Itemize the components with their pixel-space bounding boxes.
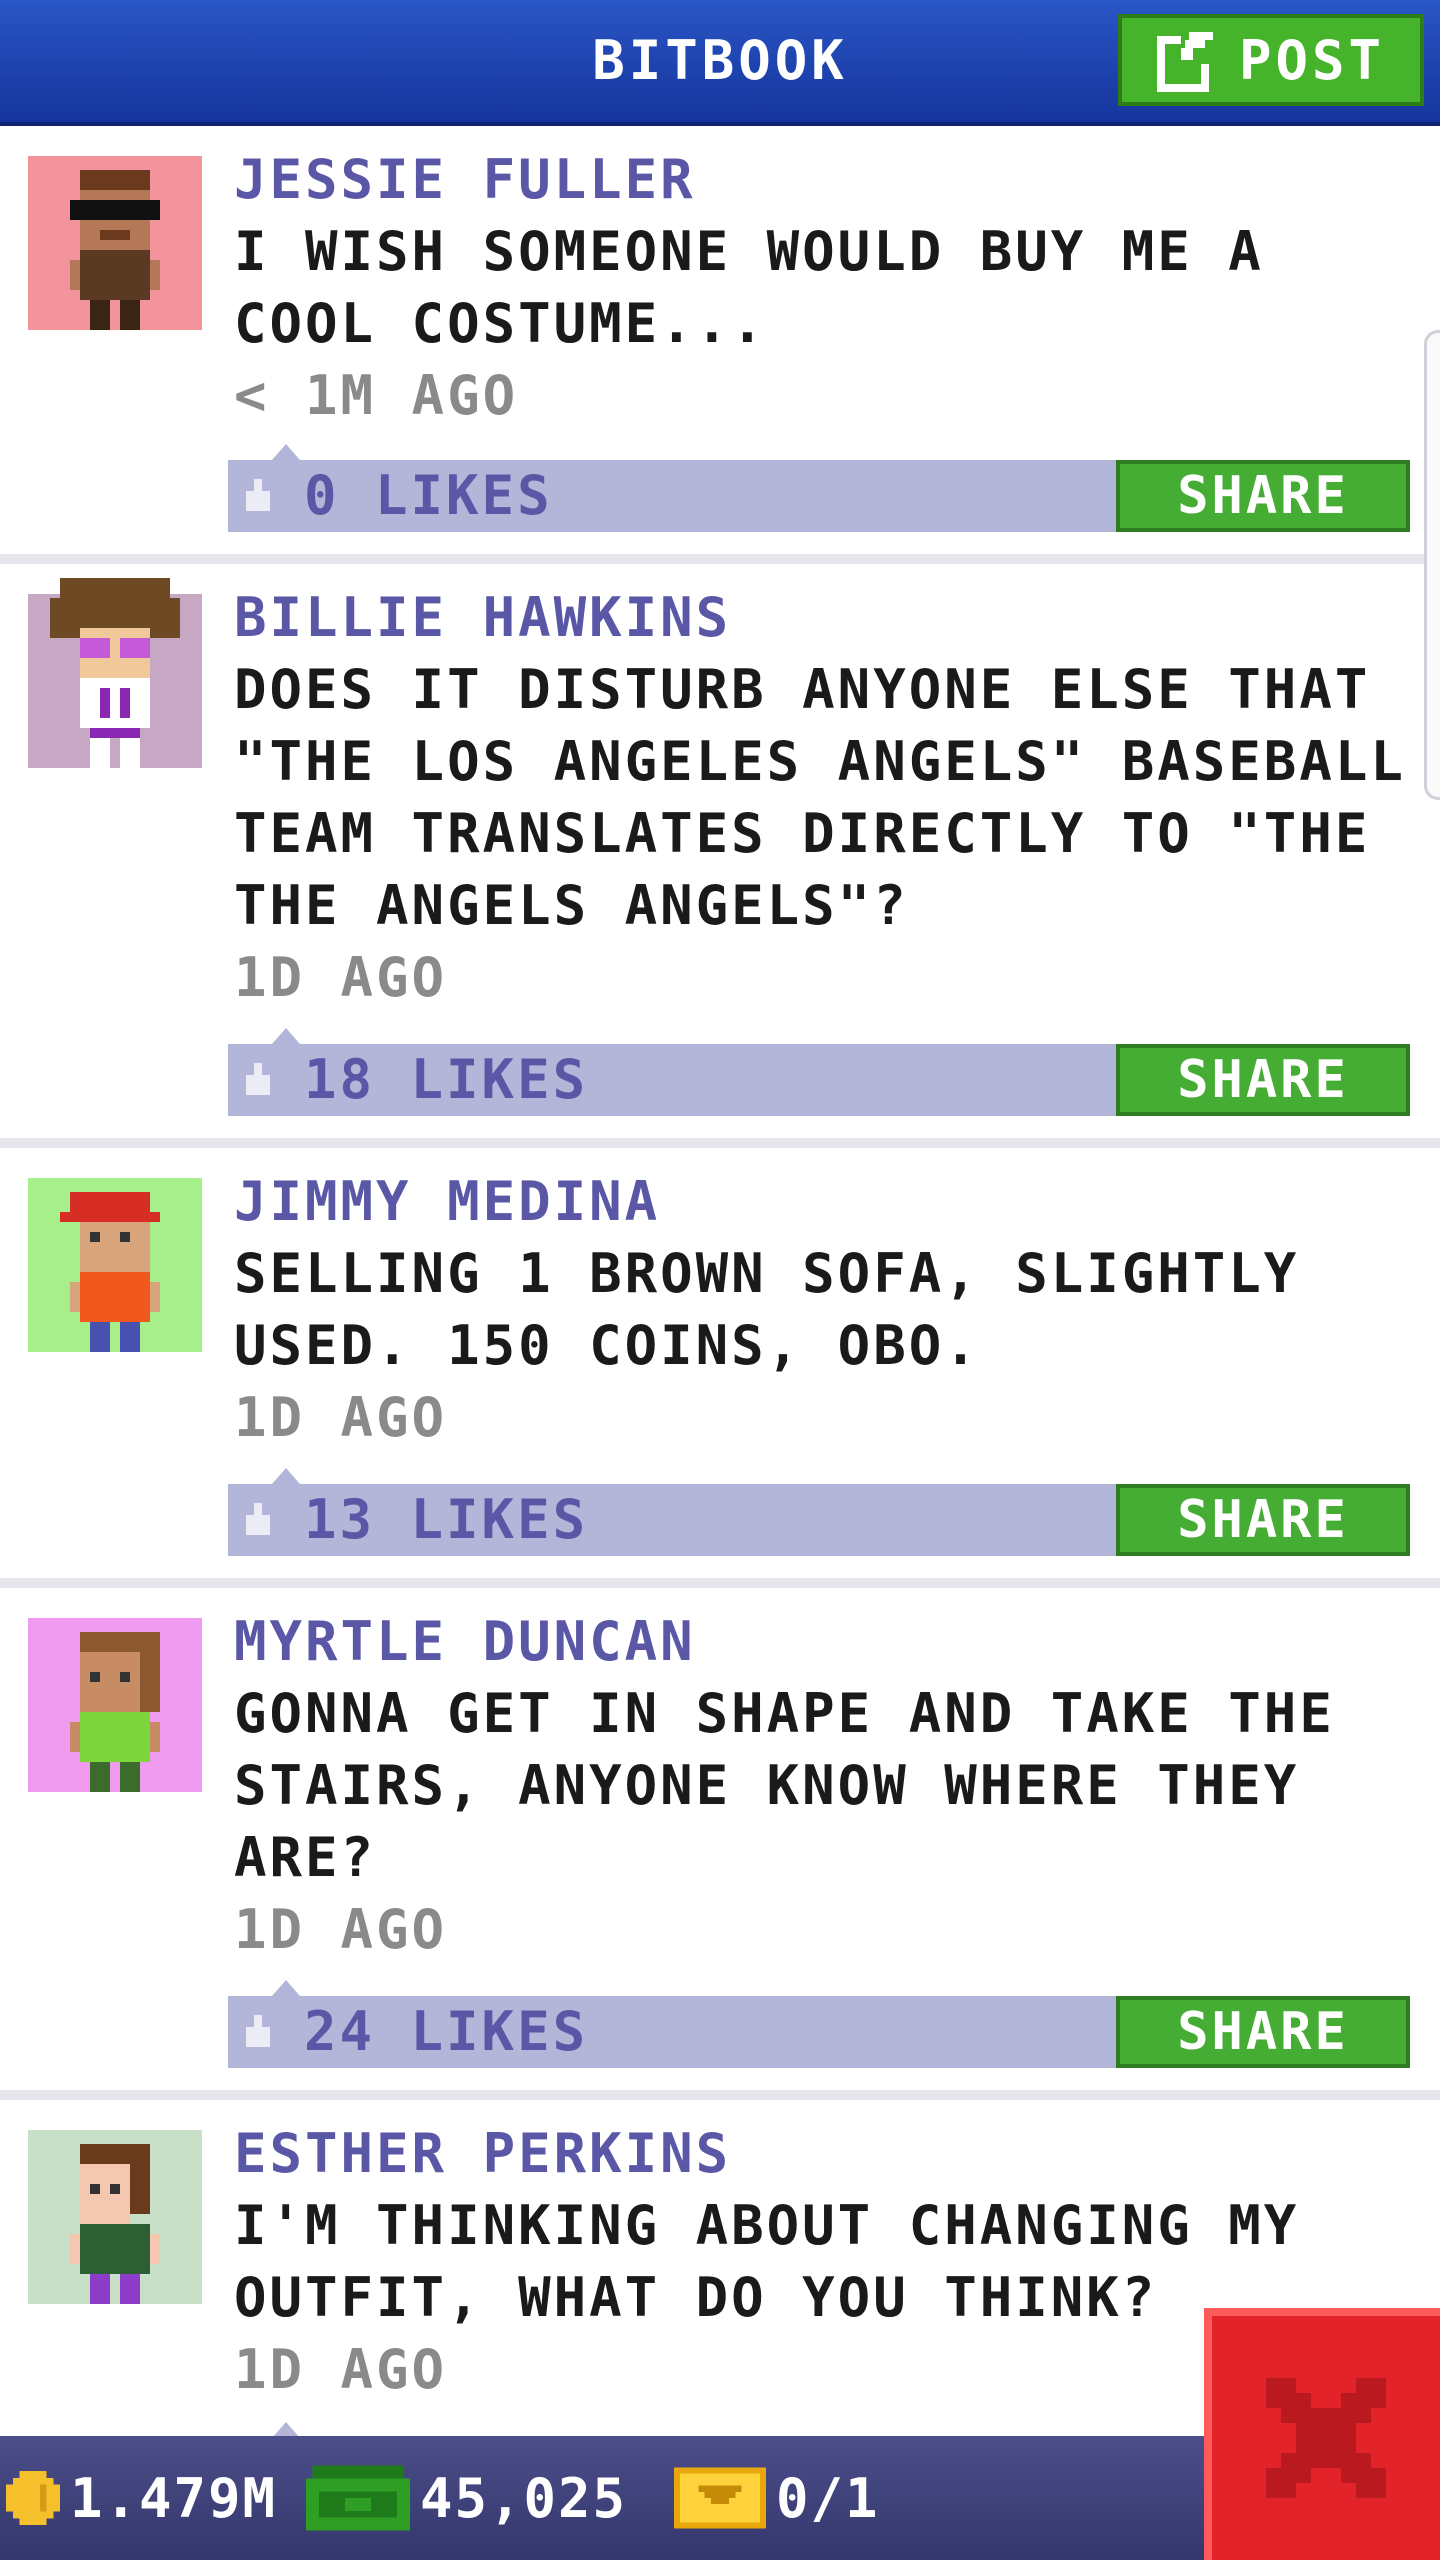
- close-button[interactable]: [1204, 2308, 1440, 2560]
- post-feed[interactable]: JESSIE FULLER I WISH SOMEONE WOULD BUY M…: [0, 126, 1440, 2436]
- thumbs-up-icon[interactable]: [242, 1502, 274, 1536]
- post-text: GONNA GET IN SHAPE AND TAKE THE STAIRS, …: [234, 1682, 1335, 1889]
- bux-value: 45,025: [420, 2466, 628, 2530]
- bux-icon: [306, 2465, 410, 2531]
- avatar[interactable]: [28, 578, 202, 768]
- like-bar: 0 LIKES SHARE: [228, 444, 1410, 532]
- like-bar: 18 LIKES SHARE: [228, 1028, 1410, 1116]
- character-sprite: [70, 2144, 160, 2304]
- post-time: 1D AGO: [234, 1898, 448, 1961]
- post-author[interactable]: ESTHER PERKINS: [234, 2118, 731, 2190]
- post-button-label: POST: [1238, 28, 1386, 92]
- share-button[interactable]: SHARE: [1116, 1484, 1410, 1556]
- ticket-icon: [674, 2467, 766, 2529]
- thumbs-up-icon[interactable]: [242, 2014, 274, 2048]
- share-button[interactable]: SHARE: [1116, 460, 1410, 532]
- character-sprite: [70, 170, 160, 330]
- tickets-stat: 0/1: [674, 2436, 880, 2560]
- post-time: 1D AGO: [234, 2338, 448, 2401]
- post-time: 1D AGO: [234, 946, 448, 1009]
- like-count: 24 LIKES: [304, 2000, 589, 2063]
- post-author[interactable]: JIMMY MEDINA: [234, 1166, 660, 1238]
- like-count: 18 LIKES: [304, 1048, 589, 1111]
- post-author[interactable]: BILLIE HAWKINS: [234, 582, 731, 654]
- post-text: I WISH SOMEONE WOULD BUY ME A COOL COSTU…: [234, 220, 1264, 355]
- post-text: DOES IT DISTURB ANYONE ELSE THAT "THE LO…: [234, 658, 1406, 937]
- like-bar: 13 LIKES SHARE: [228, 1468, 1410, 1556]
- feed-post: MYRTLE DUNCAN GONNA GET IN SHAPE AND TAK…: [0, 1588, 1440, 2100]
- coin-icon: [6, 2471, 60, 2525]
- post-time: < 1M AGO: [234, 364, 519, 427]
- share-button[interactable]: SHARE: [1116, 1044, 1410, 1116]
- tickets-value: 0/1: [776, 2466, 880, 2530]
- thumbs-up-icon[interactable]: [242, 1062, 274, 1096]
- scrollbar[interactable]: [1424, 330, 1440, 800]
- post-text: SELLING 1 BROWN SOFA, SLIGHTLY USED. 150…: [234, 1242, 1300, 1377]
- post-author[interactable]: MYRTLE DUNCAN: [234, 1606, 696, 1678]
- character-sprite: [50, 578, 180, 768]
- avatar[interactable]: [28, 2130, 202, 2304]
- avatar[interactable]: [28, 1178, 202, 1352]
- post-author[interactable]: JESSIE FULLER: [234, 144, 696, 216]
- compose-icon: [1156, 32, 1217, 92]
- avatar[interactable]: [28, 1618, 202, 1792]
- feed-post: JESSIE FULLER I WISH SOMEONE WOULD BUY M…: [0, 126, 1440, 564]
- post-button[interactable]: POST: [1118, 14, 1424, 106]
- like-count: 13 LIKES: [304, 1488, 589, 1551]
- character-sprite: [70, 1632, 160, 1792]
- thumbs-up-icon[interactable]: [242, 478, 274, 512]
- coins-value: 1.479M: [70, 2466, 278, 2530]
- share-button[interactable]: SHARE: [1116, 1996, 1410, 2068]
- avatar[interactable]: [28, 156, 202, 330]
- post-time: 1D AGO: [234, 1386, 448, 1449]
- close-icon: [1266, 2378, 1386, 2498]
- bux-stat: 45,025: [306, 2436, 627, 2560]
- feed-post: BILLIE HAWKINS DOES IT DISTURB ANYONE EL…: [0, 564, 1440, 1148]
- app-header: BITBOOK POST: [0, 0, 1440, 126]
- feed-post: JIMMY MEDINA SELLING 1 BROWN SOFA, SLIGH…: [0, 1148, 1440, 1588]
- character-sprite: [60, 1192, 160, 1352]
- like-bar: 24 LIKES SHARE: [228, 1980, 1410, 2068]
- coins-stat: 1.479M: [6, 2436, 277, 2560]
- like-count: 0 LIKES: [304, 464, 553, 527]
